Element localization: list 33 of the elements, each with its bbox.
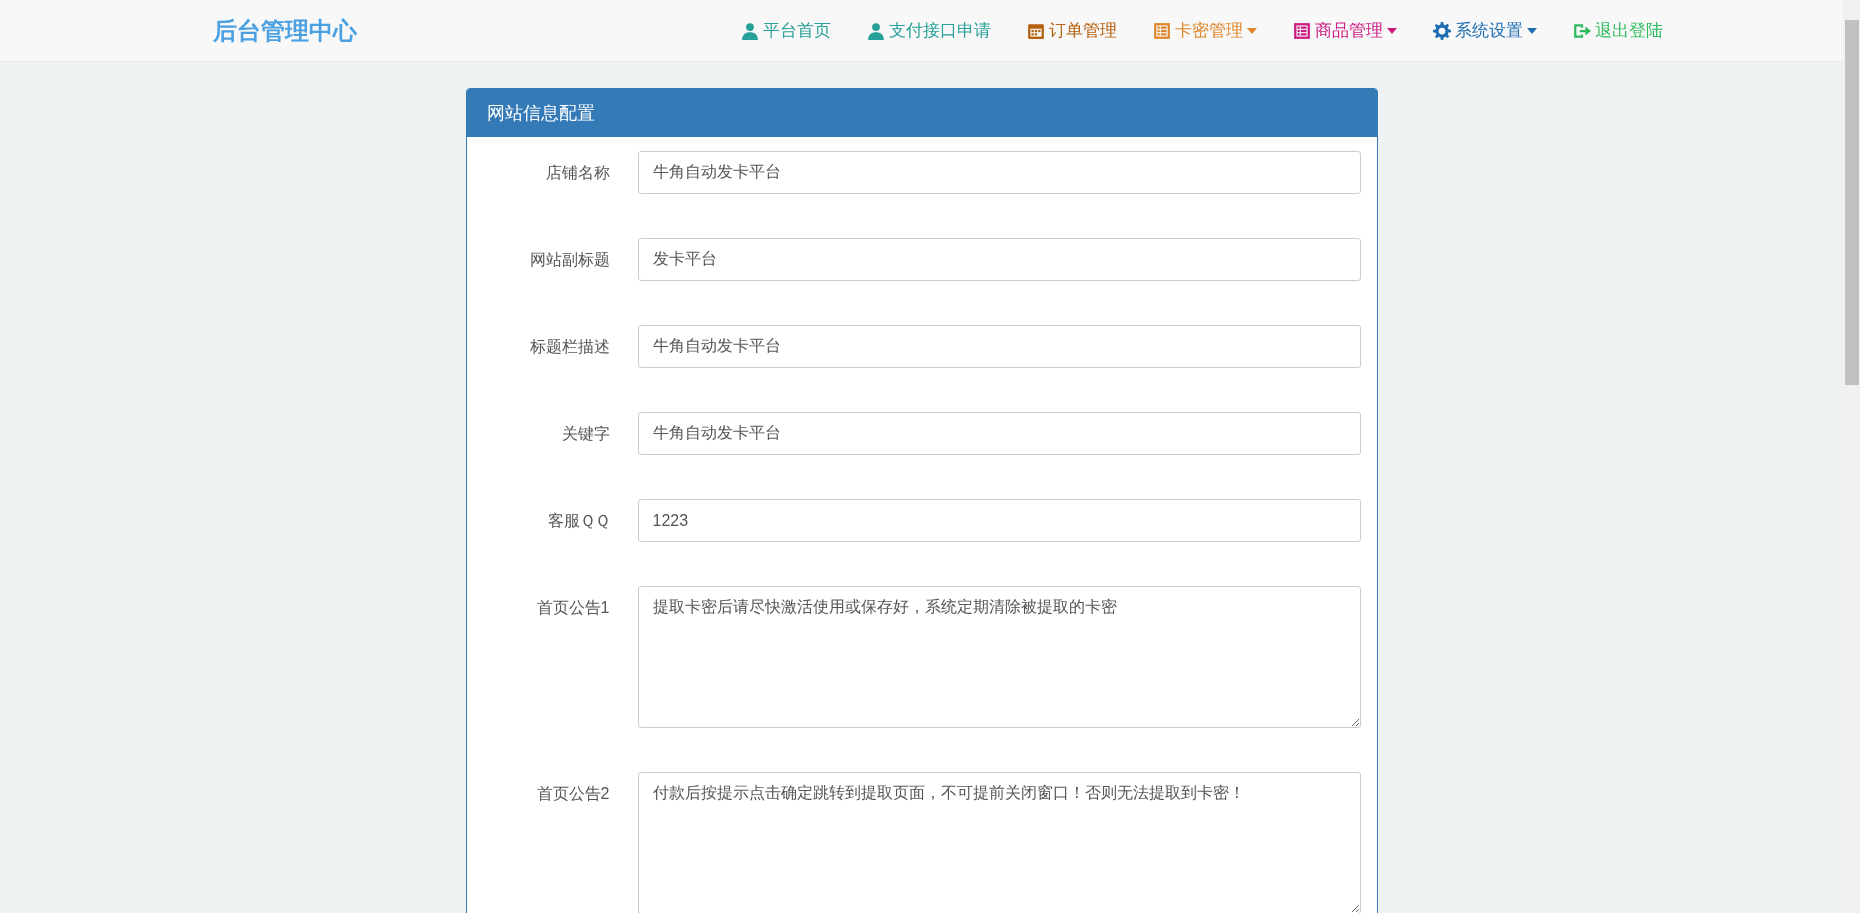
nav-link[interactable]: 平台首页 — [741, 17, 831, 44]
field-label: 关键字 — [561, 425, 610, 442]
caret-icon — [1247, 27, 1257, 34]
scrollbar-thumb[interactable] — [1844, 20, 1859, 385]
field-label: 首页公告1 — [536, 599, 610, 616]
settings-icon — [1433, 21, 1451, 40]
textarea-field[interactable]: 付款后按提示点击确定跳转到提取页面，不可提前关闭窗口！否则无法提取到卡密！ — [637, 772, 1361, 913]
list-icon — [1293, 21, 1311, 40]
list-icon — [1153, 21, 1171, 40]
calendar-icon — [1027, 21, 1045, 40]
logout-icon — [1573, 21, 1591, 40]
nav-link[interactable]: 支付接口申请 — [867, 17, 991, 44]
field-label: 店铺名称 — [545, 164, 610, 181]
field-label: 网站副标题 — [529, 251, 610, 268]
brand-link[interactable]: 后台管理中心 — [213, 12, 357, 49]
nav-link[interactable]: 系统设置 — [1433, 17, 1537, 44]
input-field[interactable]: 牛角自动发卡平台 — [637, 412, 1361, 455]
panel-title: 网站信息配置 — [486, 101, 595, 125]
input-field[interactable]: 发卡平台 — [637, 238, 1361, 281]
caret-icon — [1527, 27, 1537, 34]
input-field[interactable]: 牛角自动发卡平台 — [637, 325, 1361, 368]
nav-link[interactable]: 卡密管理 — [1153, 17, 1257, 44]
input-field[interactable]: 牛角自动发卡平台 — [637, 151, 1361, 194]
input-field[interactable]: 1223 — [637, 499, 1361, 542]
field-label: 客服ＱＱ — [547, 512, 610, 529]
user-icon — [867, 21, 885, 40]
nav-link[interactable]: 商品管理 — [1293, 17, 1397, 44]
textarea-field[interactable]: 提取卡密后请尽快激活使用或保存好，系统定期清除被提取的卡密 — [637, 586, 1361, 728]
field-label: 标题栏描述 — [529, 338, 610, 355]
field-label: 首页公告2 — [536, 785, 610, 802]
caret-icon — [1387, 27, 1397, 34]
user-icon — [741, 21, 759, 40]
nav-link[interactable]: 订单管理 — [1027, 17, 1117, 44]
